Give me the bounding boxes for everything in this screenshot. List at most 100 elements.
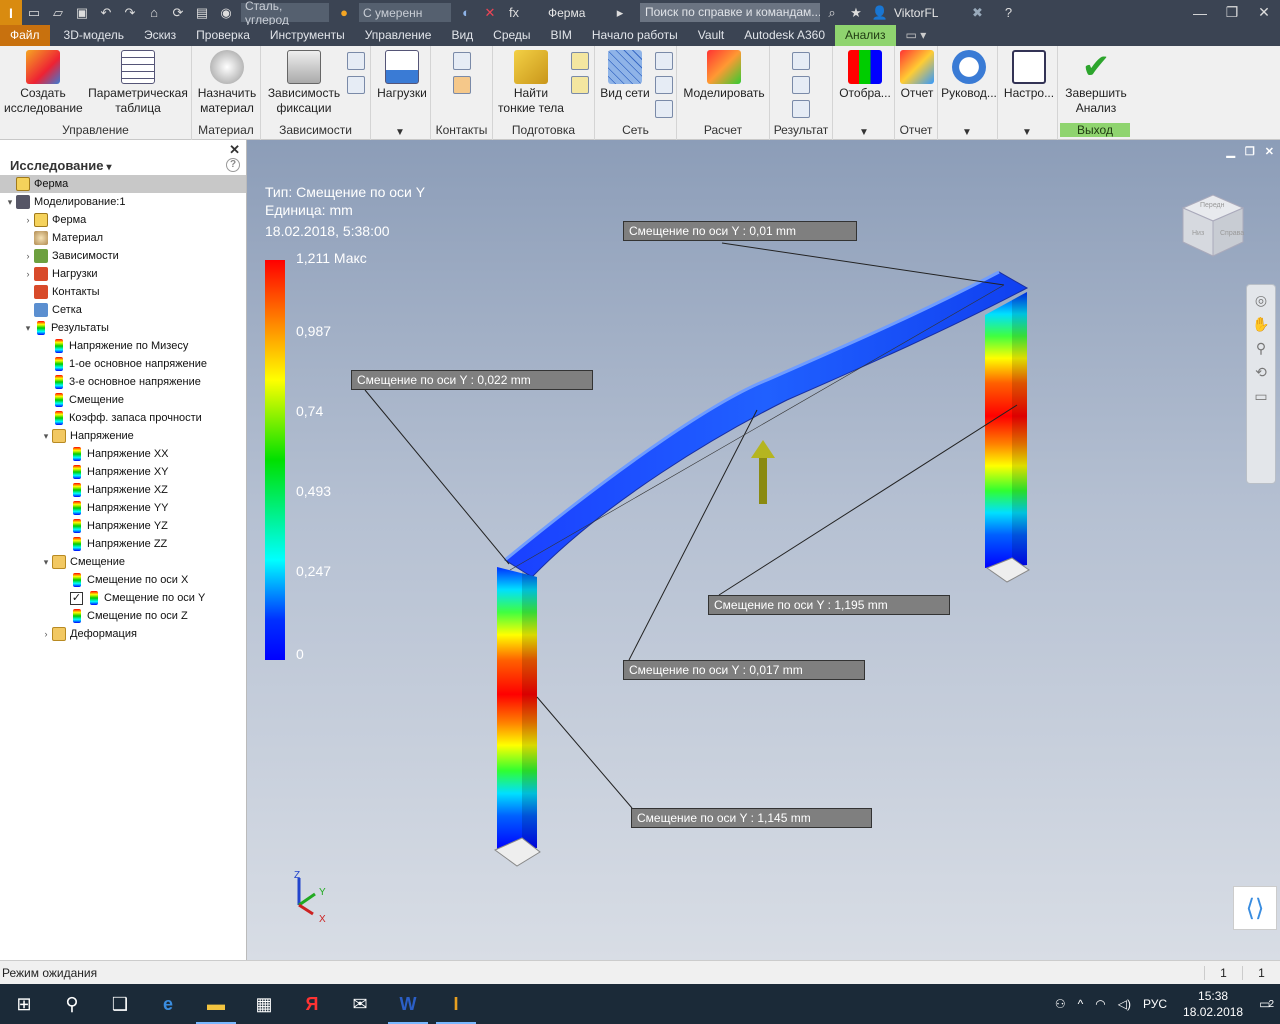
tab-view[interactable]: Вид xyxy=(441,25,483,46)
open-folder-icon[interactable]: ▱ xyxy=(49,4,67,22)
mesh-view-button[interactable]: Вид сети xyxy=(597,50,653,101)
tab-file[interactable]: Файл xyxy=(0,25,50,46)
yandex-icon[interactable]: Я xyxy=(288,984,336,1024)
report-button[interactable]: Отчет xyxy=(897,50,937,101)
animate-icon[interactable] xyxy=(792,52,810,70)
tree-node[interactable]: Напряжение YZ xyxy=(0,517,246,535)
tree-node[interactable]: 1-ое основное напряжение xyxy=(0,355,246,373)
probe-label[interactable]: Смещение по оси Y : 1,195 mm xyxy=(708,595,950,615)
share-button[interactable]: ⟨⟩ xyxy=(1233,886,1277,930)
probe-icon[interactable] xyxy=(792,76,810,94)
tree-node[interactable]: Материал xyxy=(0,229,246,247)
redo-icon[interactable]: ↷ xyxy=(121,4,139,22)
clock[interactable]: 15:38 18.02.2018 xyxy=(1183,988,1243,1020)
tree-node[interactable]: › Ферма xyxy=(0,211,246,229)
save-icon[interactable]: ▣ xyxy=(73,4,91,22)
mesh-settings-icon[interactable] xyxy=(655,52,673,70)
tree-node[interactable]: › Зависимости xyxy=(0,247,246,265)
steering-wheel-icon[interactable]: ◎ xyxy=(1247,292,1275,309)
panel-toggle-icon[interactable]: ▭ ▾ xyxy=(896,25,937,46)
loads-dropdown-icon[interactable]: ▼ xyxy=(395,127,405,138)
display-dropdown-icon[interactable]: ▼ xyxy=(859,127,869,138)
orbit-icon[interactable]: ⟲ xyxy=(1247,364,1275,381)
guide-button[interactable]: Руковод... xyxy=(940,50,998,101)
tab-3d-model[interactable]: 3D-модель xyxy=(54,25,135,46)
select-icon[interactable]: ▤ xyxy=(193,4,211,22)
probe-label[interactable]: Смещение по оси Y : 1,145 mm xyxy=(631,808,872,828)
guide-dropdown-icon[interactable]: ▼ xyxy=(962,127,972,138)
tree-node[interactable]: Напряжение XY xyxy=(0,463,246,481)
graphics-viewport[interactable]: ▁ ❐ ✕ Тип: Смещение по оси Y Единица: mm… xyxy=(247,140,1280,960)
finish-analysis-button[interactable]: ✔ Завершить Анализ xyxy=(1062,50,1130,116)
probe-label[interactable]: Смещение по оси Y : 0,022 mm xyxy=(351,370,593,390)
local-mesh-icon[interactable] xyxy=(655,76,673,94)
volume-icon[interactable]: ◁) xyxy=(1118,997,1131,1011)
settings-button[interactable]: Настро... xyxy=(1000,50,1058,101)
probe-label[interactable]: Смещение по оси Y : 0,01 mm xyxy=(623,221,857,241)
simulate-button[interactable]: Моделировать xyxy=(679,50,769,101)
convergence-icon[interactable] xyxy=(655,100,673,118)
clear-appearance-icon[interactable]: ✕ xyxy=(481,4,499,22)
restore-icon[interactable]: ❐ xyxy=(1216,0,1248,25)
pin-constraint-icon[interactable] xyxy=(347,52,365,70)
find-thin-bodies-button[interactable]: Найти тонкие тела xyxy=(495,50,567,116)
tab-analysis[interactable]: Анализ xyxy=(835,25,896,46)
app-logo-icon[interactable]: I xyxy=(0,0,22,25)
measure-icon[interactable]: ◉ xyxy=(217,4,235,22)
help-search-input[interactable]: Поиск по справке и командам... xyxy=(640,3,820,22)
probe-label[interactable]: Смещение по оси Y : 0,017 mm xyxy=(623,660,865,680)
tree-node[interactable]: ▾ Напряжение xyxy=(0,427,246,445)
language-indicator[interactable]: РУС xyxy=(1143,997,1167,1011)
undo-icon[interactable]: ↶ xyxy=(97,4,115,22)
tree-node[interactable]: › Деформация xyxy=(0,625,246,643)
collapse-arrow-icon[interactable]: ▾ xyxy=(40,431,52,442)
view-cube[interactable]: Передн Справа Низ xyxy=(1178,190,1248,260)
adjust-appearance-icon[interactable]: ◐ xyxy=(457,4,475,22)
tree-node[interactable]: Смещение по оси Z xyxy=(0,607,246,625)
close-icon[interactable]: ✕ xyxy=(1248,0,1280,25)
close-icon[interactable]: ✕ xyxy=(229,142,240,158)
search-icon[interactable]: ⌕ xyxy=(823,4,841,22)
task-view-icon[interactable]: ❑ xyxy=(96,984,144,1024)
expand-arrow-icon[interactable]: › xyxy=(22,251,34,261)
frictionless-constraint-icon[interactable] xyxy=(347,76,365,94)
assign-material-button[interactable]: Назначить материал xyxy=(194,50,260,116)
new-file-icon[interactable]: ▭ xyxy=(25,4,43,22)
help-icon[interactable]: ? xyxy=(226,158,240,172)
tree-node[interactable]: Напряжение YY xyxy=(0,499,246,517)
tree-node[interactable]: ▾ Смещение xyxy=(0,553,246,571)
mail-icon[interactable]: ✉ xyxy=(336,984,384,1024)
star-icon[interactable]: ★ xyxy=(847,4,865,22)
explorer-icon[interactable]: ▬ xyxy=(192,984,240,1024)
manual-contact-icon[interactable] xyxy=(453,76,471,94)
material-select[interactable]: Сталь, углерод xyxy=(241,0,329,27)
tree-node[interactable]: Ферма xyxy=(0,175,246,193)
inventor-icon[interactable]: I xyxy=(432,984,480,1024)
zoom-icon[interactable]: ⚲ xyxy=(1247,340,1275,357)
browser-title[interactable]: Исследование xyxy=(10,158,103,173)
checkbox[interactable]: ✓ xyxy=(70,591,83,605)
network-icon[interactable]: ◠ xyxy=(1095,997,1105,1011)
help-icon[interactable]: ? xyxy=(999,4,1017,22)
parametric-table-button[interactable]: Параметрическая таблица xyxy=(86,50,190,116)
tree-node[interactable]: Сетка xyxy=(0,301,246,319)
tree-node[interactable]: Смещение xyxy=(0,391,246,409)
store-icon[interactable]: ▦ xyxy=(240,984,288,1024)
tree-node[interactable]: › Нагрузки xyxy=(0,265,246,283)
collapse-arrow-icon[interactable]: ▾ xyxy=(22,323,34,334)
tree-node[interactable]: Коэфф. запаса прочности xyxy=(0,409,246,427)
chevron-up-icon[interactable]: ^ xyxy=(1078,997,1084,1011)
tree-node[interactable]: ▾ Результаты xyxy=(0,319,246,337)
tree-node[interactable]: Напряжение XX xyxy=(0,445,246,463)
tab-inspect[interactable]: Проверка xyxy=(186,25,260,46)
expand-arrow-icon[interactable]: › xyxy=(22,269,34,279)
minimize-icon[interactable]: — xyxy=(1184,0,1216,25)
truss-model[interactable] xyxy=(247,140,1280,960)
tree-node[interactable]: 3-е основное напряжение xyxy=(0,373,246,391)
tab-tools[interactable]: Инструменты xyxy=(260,25,355,46)
expand-arrow-icon[interactable]: › xyxy=(22,215,34,225)
start-icon[interactable]: ⊞ xyxy=(0,984,48,1024)
home-icon[interactable]: ⌂ xyxy=(145,4,163,22)
tab-sketch[interactable]: Эскиз xyxy=(134,25,186,46)
tab-get-started[interactable]: Начало работы xyxy=(582,25,688,46)
